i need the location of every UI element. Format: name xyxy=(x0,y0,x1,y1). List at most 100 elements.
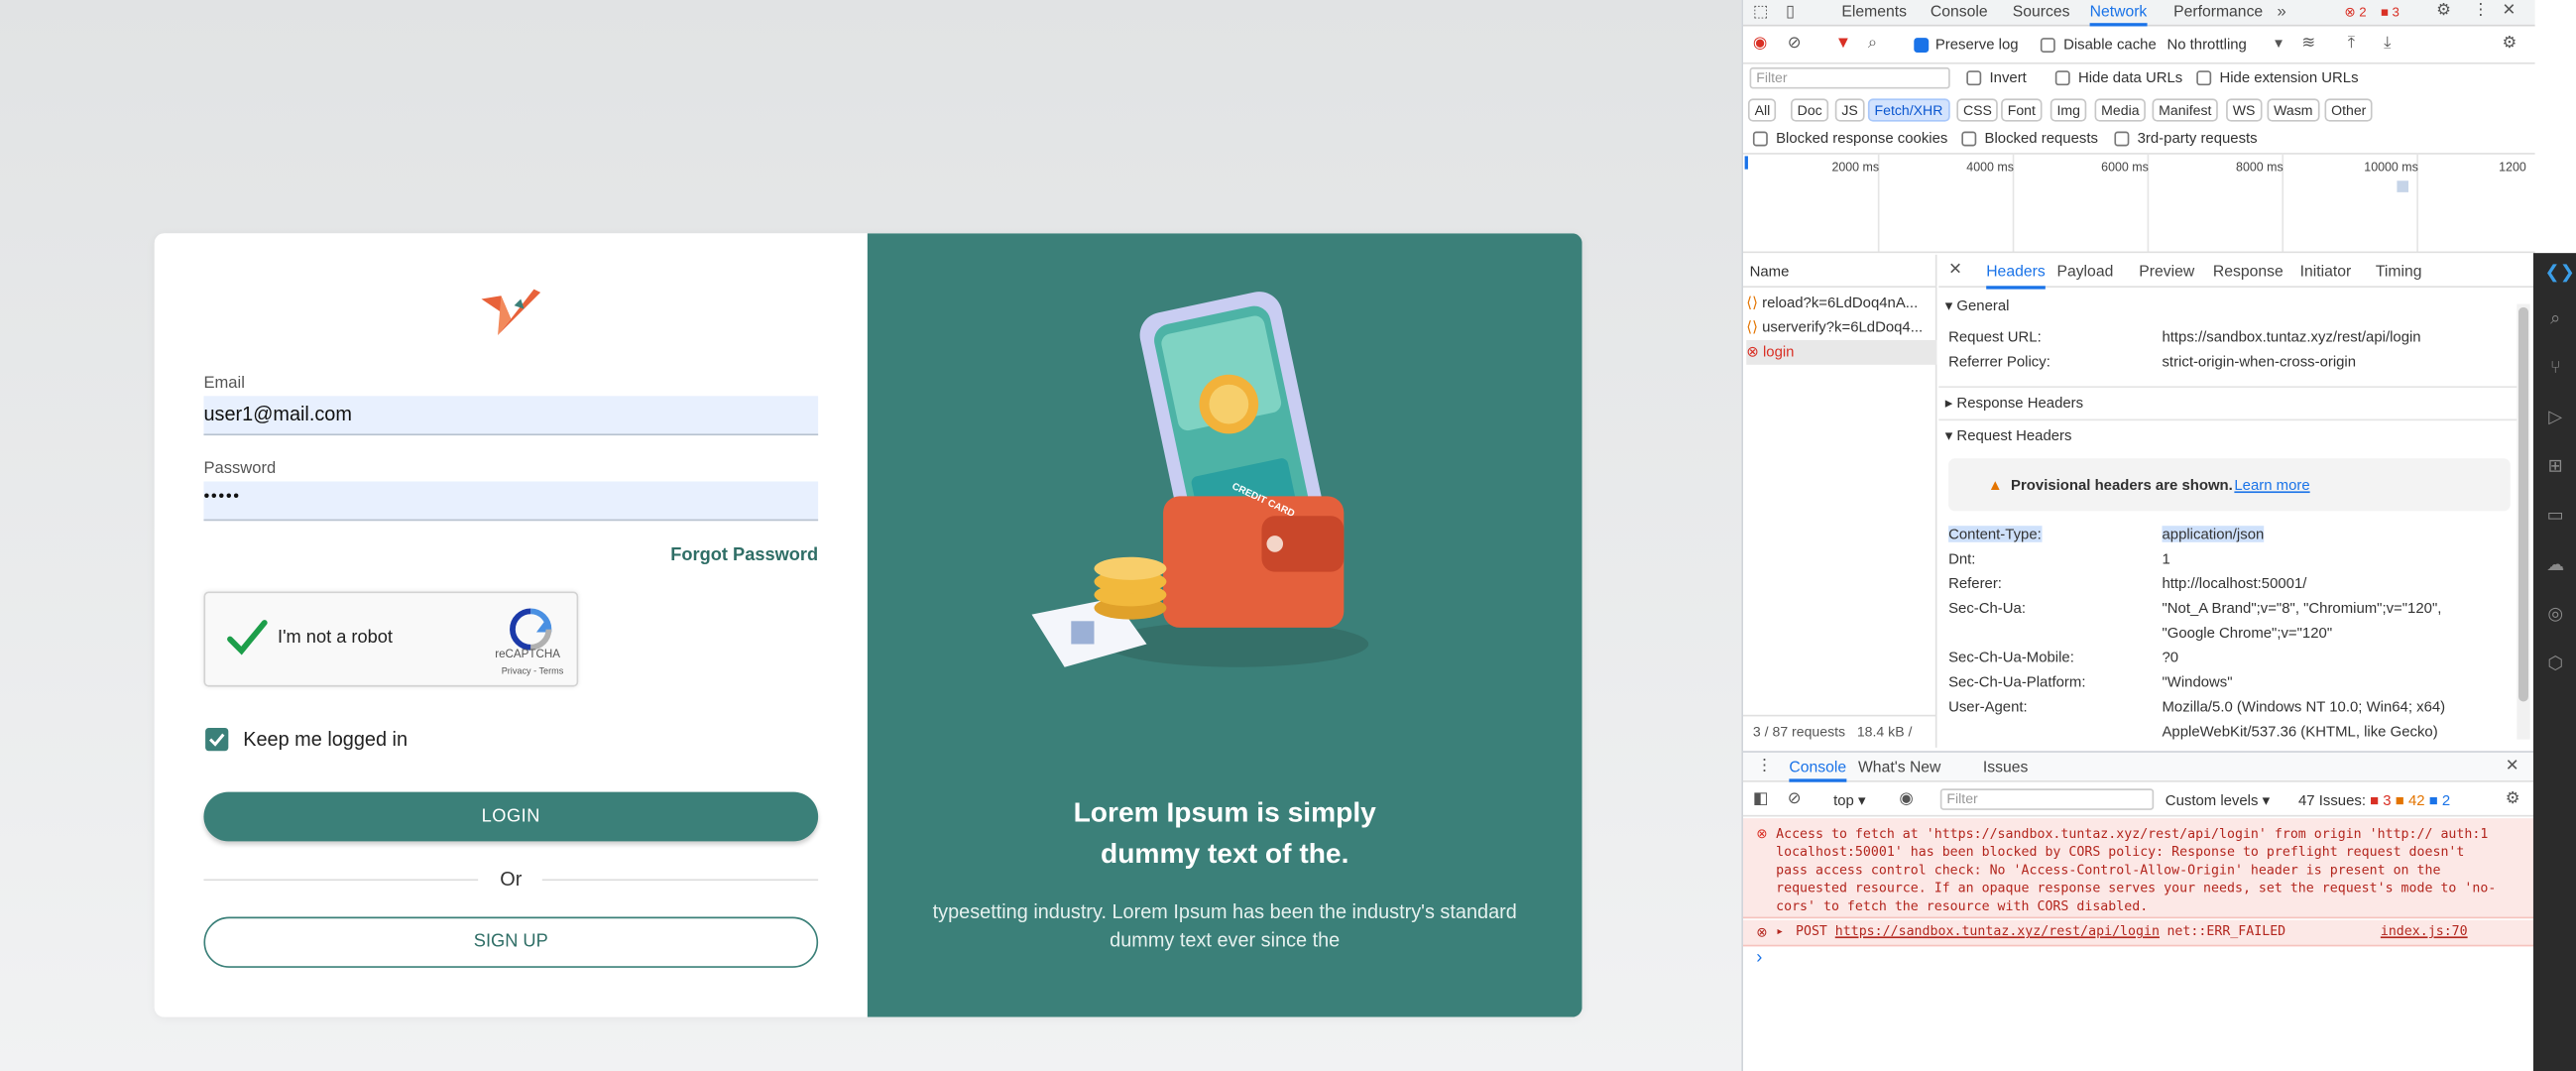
log-levels-select[interactable]: Custom levels ▾ xyxy=(2166,792,2270,810)
keep-logged-in-checkbox[interactable] xyxy=(205,728,229,752)
more-options-icon[interactable]: ⋮ xyxy=(2473,2,2490,22)
password-field[interactable]: ••••• xyxy=(203,481,819,522)
error-count-badge[interactable]: ⊗ 2 xyxy=(2344,3,2366,23)
forgot-password-link[interactable]: Forgot Password xyxy=(670,545,818,565)
email-field[interactable]: user1@mail.com xyxy=(203,396,819,436)
network-settings-icon[interactable]: ⚙ xyxy=(2502,35,2517,55)
header-key: Sec-Ch-Ua-Platform: xyxy=(1948,673,2086,690)
close-details-icon[interactable]: ✕ xyxy=(1948,261,1962,281)
source-link[interactable]: index.js:70 xyxy=(2381,920,2468,943)
recaptcha-checkbox[interactable] xyxy=(225,616,268,658)
name-column-header[interactable]: Name xyxy=(1742,255,1937,288)
tab-performance[interactable]: Performance xyxy=(2173,0,2263,27)
tab-network[interactable]: Network xyxy=(2089,0,2148,27)
tab-response[interactable]: Response xyxy=(2213,263,2283,281)
drawer-tab-whats-new[interactable]: What's New xyxy=(1858,756,1940,782)
tab-console[interactable]: Console xyxy=(1931,0,1988,27)
blocked-cookies-checkbox[interactable] xyxy=(1752,131,1768,147)
request-url-link[interactable]: https://sandbox.tuntaz.xyz/rest/api/logi… xyxy=(1835,920,2160,943)
cube-icon[interactable]: ⬡ xyxy=(2545,654,2567,675)
vscode-icon[interactable]: ❮❯ xyxy=(2545,263,2576,285)
filter-font[interactable]: Font xyxy=(2001,98,2043,122)
expand-icon[interactable]: ▸ xyxy=(1776,920,1784,943)
search-icon[interactable]: ⌕ xyxy=(2545,308,2567,330)
context-select[interactable]: top ▾ xyxy=(1833,792,1865,810)
filter-input[interactable]: Filter xyxy=(1749,66,1950,89)
sidebar-toggle-icon[interactable]: ◧ xyxy=(1753,790,1769,810)
export-icon[interactable]: ⤓ xyxy=(2384,35,2391,55)
request-row[interactable]: ⟨⟩ reload?k=6LdDoq4nA... xyxy=(1746,291,1933,315)
run-debug-icon[interactable]: ▷ xyxy=(2545,408,2567,429)
tab-initiator[interactable]: Initiator xyxy=(2300,263,2352,281)
preserve-log-checkbox[interactable] xyxy=(1914,38,1930,54)
section-label: Request Headers xyxy=(1956,426,2072,444)
divider xyxy=(1938,386,2517,389)
filter-other[interactable]: Other xyxy=(2324,98,2374,122)
close-icon[interactable]: ✕ xyxy=(2502,2,2516,22)
blocked-requests-checkbox[interactable] xyxy=(1961,131,1977,147)
docker-icon[interactable]: ☁ xyxy=(2545,555,2567,577)
tab-preview[interactable]: Preview xyxy=(2139,263,2194,281)
clear-console-icon[interactable]: ⊘ xyxy=(1788,790,1802,810)
learn-more-link[interactable]: Learn more xyxy=(2234,477,2309,494)
clear-icon[interactable]: ⊘ xyxy=(1788,35,1802,55)
source-control-icon[interactable]: ⑂ xyxy=(2545,358,2567,380)
request-headers-section[interactable]: ▾ Request Headers xyxy=(1945,427,2072,445)
scrollbar-thumb[interactable] xyxy=(2518,306,2528,702)
filter-img[interactable]: Img xyxy=(2049,98,2087,122)
tab-payload[interactable]: Payload xyxy=(2056,263,2113,281)
drawer-tab-console[interactable]: Console xyxy=(1789,756,1847,782)
close-drawer-icon[interactable]: ✕ xyxy=(2506,758,2519,777)
tab-elements[interactable]: Elements xyxy=(1841,0,1907,27)
warning-count-badge[interactable]: ■ 3 xyxy=(2381,3,2400,23)
recaptcha-links[interactable]: Privacy - Terms xyxy=(502,667,564,677)
disable-cache-checkbox[interactable] xyxy=(2040,38,2055,54)
console-prompt[interactable]: › xyxy=(1756,948,1762,968)
details-scrollbar[interactable] xyxy=(2517,303,2530,740)
settings-icon[interactable]: ⚙ xyxy=(2436,2,2451,22)
hide-data-urls-checkbox[interactable] xyxy=(2054,70,2070,86)
invert-checkbox[interactable] xyxy=(1966,70,1982,86)
issues-counter[interactable]: 47 Issues: ■ 3 ■ 42 ■ 2 xyxy=(2298,792,2450,809)
login-button[interactable]: LOGIN xyxy=(203,791,819,842)
signup-button[interactable]: SIGN UP xyxy=(203,916,819,968)
filter-manifest[interactable]: Manifest xyxy=(2152,98,2219,122)
drawer-tab-issues[interactable]: Issues xyxy=(1983,756,2029,782)
drawer-menu-icon[interactable]: ⋮ xyxy=(1756,758,1773,777)
filter-all[interactable]: All xyxy=(1747,98,1777,122)
header-value: ?0 xyxy=(2162,649,2179,666)
general-section-header[interactable]: ▾ General xyxy=(1945,298,2010,315)
filter-fetch-xhr[interactable]: Fetch/XHR xyxy=(1867,98,1950,122)
brand-logo xyxy=(481,289,541,336)
filter-media[interactable]: Media xyxy=(2094,98,2147,122)
hide-ext-urls-checkbox[interactable] xyxy=(2196,70,2212,86)
device-toolbar-icon[interactable]: ▯ xyxy=(1786,3,1795,23)
tab-timing[interactable]: Timing xyxy=(2376,263,2422,281)
request-row[interactable]: ⟨⟩ userverify?k=6LdDoq4... xyxy=(1746,315,1933,340)
filter-wasm[interactable]: Wasm xyxy=(2267,98,2320,122)
third-party-checkbox[interactable] xyxy=(2114,131,2130,147)
filter-css[interactable]: CSS xyxy=(1956,98,1999,122)
network-conditions-icon[interactable]: ≋ xyxy=(2301,35,2315,55)
request-row-selected[interactable]: ⊗ login xyxy=(1746,339,1937,365)
tab-headers[interactable]: Headers xyxy=(1986,263,2046,290)
record-icon[interactable]: ◉ xyxy=(1753,35,1767,55)
remote-explorer-icon[interactable]: ▭ xyxy=(2545,506,2567,528)
filter-ws[interactable]: WS xyxy=(2226,98,2263,122)
filter-js[interactable]: JS xyxy=(1834,98,1865,122)
response-headers-section[interactable]: ▸ Response Headers xyxy=(1945,395,2083,413)
search-icon[interactable]: ⌕ xyxy=(1868,35,1877,55)
timeline-icon[interactable]: ◎ xyxy=(2545,605,2567,627)
extensions-icon[interactable]: ⊞ xyxy=(2545,457,2567,479)
throttling-select[interactable]: No throttling xyxy=(2166,36,2246,53)
eye-icon[interactable]: ◉ xyxy=(1899,790,1913,810)
import-icon[interactable]: ⤒ xyxy=(2348,35,2355,55)
filter-icon[interactable]: ▼ xyxy=(1835,35,1851,55)
filter-doc[interactable]: Doc xyxy=(1791,98,1829,122)
inspect-icon[interactable]: ⬚ xyxy=(1753,3,1769,23)
header-key: Request URL: xyxy=(1948,328,2042,345)
tab-sources[interactable]: Sources xyxy=(2013,0,2070,27)
console-filter-input[interactable]: Filter xyxy=(1939,788,2155,810)
more-tabs-icon[interactable]: » xyxy=(2277,3,2285,23)
console-settings-icon[interactable]: ⚙ xyxy=(2506,790,2520,810)
